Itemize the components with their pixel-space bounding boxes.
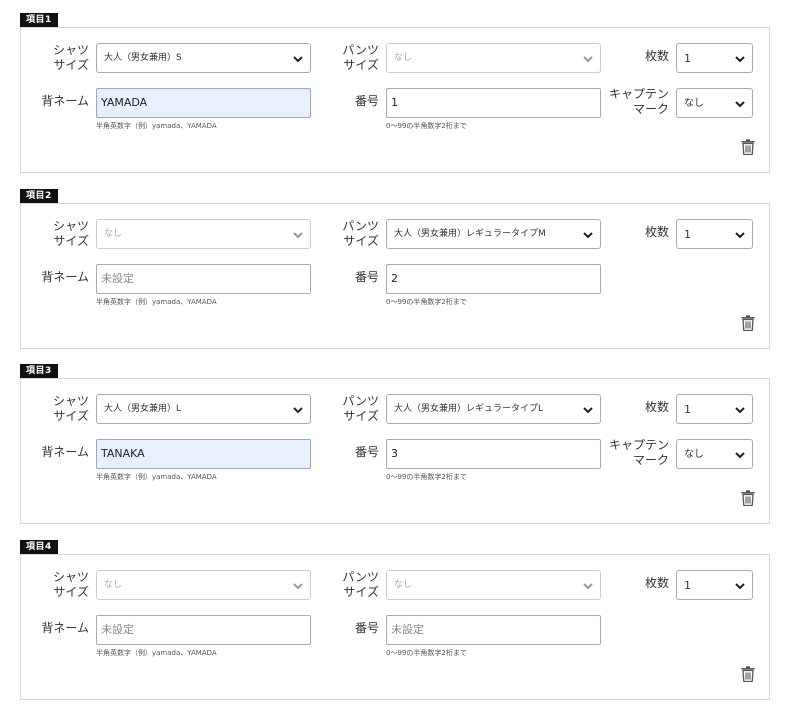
- back-name-label: 背ネーム: [41, 445, 89, 459]
- shirt-size-select[interactable]: 大人（男女兼用）S: [96, 43, 311, 73]
- back-name-hint: 半角英数字（例）yamada、YAMADA: [96, 649, 217, 657]
- trash-icon[interactable]: [741, 315, 755, 331]
- item-title: 項目3: [20, 364, 58, 379]
- count-select[interactable]: 1: [676, 570, 753, 600]
- number-input[interactable]: 2: [386, 264, 601, 294]
- shirt-size-label: シャツ サイズ: [52, 219, 89, 248]
- chevron-down-icon: [735, 583, 745, 590]
- item-box: シャツ サイズ なし パンツ サイズ 大人（男女兼用）レギュラータイプM 枚数 1 …: [20, 203, 770, 349]
- back-name-input[interactable]: YAMADA: [96, 88, 311, 118]
- item-title: 項目1: [20, 13, 58, 28]
- item-box: シャツ サイズ なし パンツ サイズ なし 枚数 1 背ネーム 未設定 半角英数…: [20, 554, 770, 700]
- back-name-hint: 半角英数字（例）yamada、YAMADA: [96, 122, 217, 130]
- back-name-label: 背ネーム: [41, 94, 89, 108]
- count-select[interactable]: 1: [676, 219, 753, 249]
- number-label: 番号: [354, 270, 379, 284]
- pants-size-label: パンツ サイズ: [342, 219, 379, 248]
- shirt-size-select[interactable]: なし: [96, 570, 311, 600]
- pants-size-select[interactable]: なし: [386, 43, 601, 73]
- count-select[interactable]: 1: [676, 43, 753, 73]
- count-label: 枚数: [644, 225, 669, 239]
- item-box: シャツ サイズ 大人（男女兼用）S パンツ サイズ なし 枚数 1 背ネーム YAM…: [20, 27, 770, 173]
- number-label: 番号: [354, 445, 379, 459]
- chevron-down-icon: [293, 56, 303, 63]
- shirt-size-select[interactable]: 大人（男女兼用）L: [96, 394, 311, 424]
- number-hint: 0〜99の半角数字2桁まで: [386, 473, 467, 481]
- shirt-size-label: シャツ サイズ: [52, 570, 89, 599]
- back-name-input[interactable]: TANAKA: [96, 439, 311, 469]
- trash-icon[interactable]: [741, 139, 755, 155]
- count-label: 枚数: [644, 576, 669, 590]
- count-select[interactable]: 1: [676, 394, 753, 424]
- chevron-down-icon: [293, 232, 303, 239]
- trash-icon[interactable]: [741, 666, 755, 682]
- pants-size-select[interactable]: 大人（男女兼用）レギュラータイプL: [386, 394, 601, 424]
- item-box: シャツ サイズ 大人（男女兼用）L パンツ サイズ 大人（男女兼用）レギュラータイプ…: [20, 378, 770, 524]
- captain-mark-select[interactable]: なし: [676, 88, 753, 118]
- chevron-down-icon: [583, 583, 593, 590]
- number-hint: 0〜99の半角数字2桁まで: [386, 649, 467, 657]
- pants-size-label: パンツ サイズ: [342, 43, 379, 72]
- number-input[interactable]: 1: [386, 88, 601, 118]
- pants-size-select[interactable]: 大人（男女兼用）レギュラータイプM: [386, 219, 601, 249]
- chevron-down-icon: [735, 101, 745, 108]
- back-name-label: 背ネーム: [41, 270, 89, 284]
- captain-mark-label: キャプテン マーク: [608, 438, 669, 467]
- back-name-input[interactable]: 未設定: [96, 615, 311, 645]
- number-label: 番号: [354, 94, 379, 108]
- count-label: 枚数: [644, 400, 669, 414]
- chevron-down-icon: [583, 232, 593, 239]
- shirt-size-label: シャツ サイズ: [52, 43, 89, 72]
- pants-size-select[interactable]: なし: [386, 570, 601, 600]
- item-title: 項目2: [20, 189, 58, 204]
- count-label: 枚数: [644, 49, 669, 63]
- chevron-down-icon: [735, 452, 745, 459]
- number-hint: 0〜99の半角数字2桁まで: [386, 298, 467, 306]
- chevron-down-icon: [735, 232, 745, 239]
- chevron-down-icon: [583, 407, 593, 414]
- item-title: 項目4: [20, 540, 58, 555]
- shirt-size-select[interactable]: なし: [96, 219, 311, 249]
- back-name-input[interactable]: 未設定: [96, 264, 311, 294]
- number-label: 番号: [354, 621, 379, 635]
- number-input[interactable]: 未設定: [386, 615, 601, 645]
- trash-icon[interactable]: [741, 490, 755, 506]
- chevron-down-icon: [735, 56, 745, 63]
- back-name-label: 背ネーム: [41, 621, 89, 635]
- captain-mark-label: キャプテン マーク: [608, 87, 669, 116]
- chevron-down-icon: [293, 407, 303, 414]
- pants-size-label: パンツ サイズ: [342, 394, 379, 423]
- back-name-hint: 半角英数字（例）yamada、YAMADA: [96, 298, 217, 306]
- chevron-down-icon: [735, 407, 745, 414]
- back-name-hint: 半角英数字（例）yamada、YAMADA: [96, 473, 217, 481]
- number-input[interactable]: 3: [386, 439, 601, 469]
- chevron-down-icon: [293, 583, 303, 590]
- pants-size-label: パンツ サイズ: [342, 570, 379, 599]
- captain-mark-select[interactable]: なし: [676, 439, 753, 469]
- shirt-size-label: シャツ サイズ: [52, 394, 89, 423]
- number-hint: 0〜99の半角数字2桁まで: [386, 122, 467, 130]
- chevron-down-icon: [583, 56, 593, 63]
